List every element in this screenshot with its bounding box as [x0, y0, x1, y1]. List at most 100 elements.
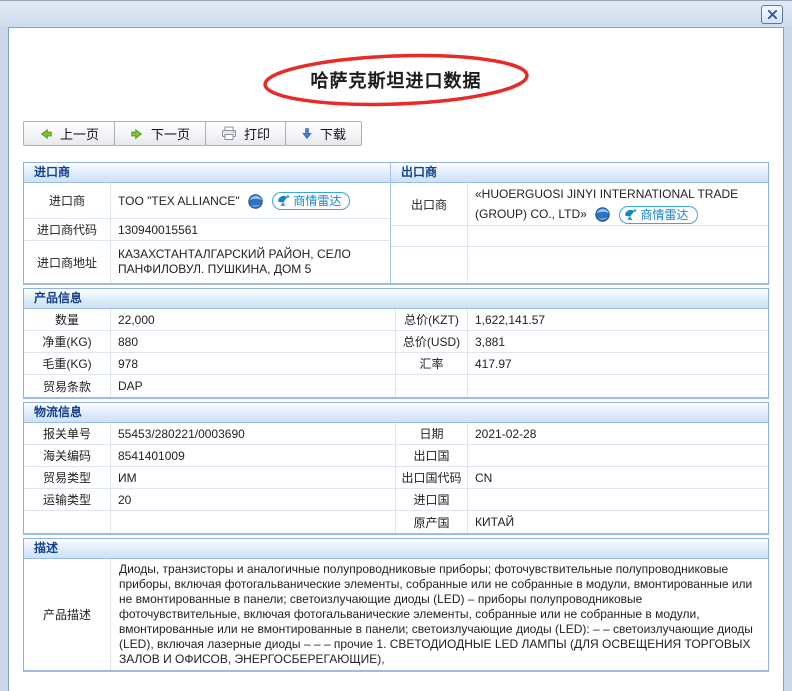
field-label: 总价(USD)	[396, 331, 468, 352]
table-row: 毛重(KG) 978 汇率 417.97	[24, 353, 768, 375]
field-value: ИМ	[111, 467, 396, 488]
download-button[interactable]: 下载	[285, 121, 363, 146]
field-label: 进口国	[396, 489, 468, 510]
prev-page-label: 上一页	[60, 127, 100, 142]
globe-icon[interactable]	[248, 194, 263, 209]
field-value: 8541401009	[111, 445, 396, 466]
print-button[interactable]: 打印	[205, 121, 287, 146]
table-row: 产品描述 Диоды, транзисторы и аналогичные по…	[24, 559, 768, 670]
field-value: 1,622,141.57	[475, 312, 546, 327]
field-value: КИТАЙ	[475, 515, 515, 529]
field-value: CN	[475, 470, 493, 485]
importer-code-value: 130940015561	[118, 222, 199, 237]
importer-name-value: TOO "TEX ALLIANCE"	[118, 193, 240, 208]
table-row: 贸易类型 ИМ 出口国代码 CN	[24, 467, 768, 489]
logistics-section: 物流信息 报关单号 55453/280221/0003690 日期 2021-0…	[23, 402, 769, 535]
table-row: 报关单号 55453/280221/0003690 日期 2021-02-28	[24, 423, 768, 445]
field-label: 总价(KZT)	[396, 309, 468, 330]
field-value: 20	[111, 489, 396, 510]
importer-name-value-cell: TOO "TEX ALLIANCE" 商情雷达	[111, 183, 390, 218]
field-label: 日期	[396, 423, 468, 444]
field-label	[24, 511, 111, 533]
field-label: 出口国代码	[396, 467, 468, 488]
product-description-label: 产品描述	[24, 559, 111, 670]
field-value: 22,000	[111, 309, 396, 330]
exporter-table: 出口商 出口商 «HUOERGUOSI JINYI INTERNATIONAL …	[391, 163, 768, 283]
description-section-header: 描述	[24, 539, 768, 559]
next-page-label: 下一页	[151, 127, 191, 142]
radar-dish-icon	[625, 209, 637, 220]
exporter-name-value-cell: «HUOERGUOSI JINYI INTERNATIONAL TRADE (G…	[468, 183, 768, 225]
importer-address-label: 进口商地址	[24, 241, 111, 283]
importer-code-label: 进口商代码	[24, 219, 111, 240]
radar-badge[interactable]: 商情雷达	[619, 205, 698, 224]
field-label: 毛重(KG)	[24, 353, 111, 374]
radar-badge-label: 商情雷达	[293, 194, 342, 209]
importer-name-label: 进口商	[24, 183, 111, 218]
table-row: 净重(KG) 880 总价(USD) 3,881	[24, 331, 768, 353]
exporter-name-label: 出口商	[391, 183, 468, 225]
table-row: 进口商地址 КАЗАХСТАНТАЛГАРСКИЙ РАЙОН, СЕЛО ПА…	[24, 241, 390, 283]
field-value	[468, 445, 768, 466]
field-value: 3,881	[475, 334, 506, 349]
table-row: 出口商 «HUOERGUOSI JINYI INTERNATIONAL TRAD…	[391, 183, 768, 226]
empty-value	[468, 247, 768, 283]
table-row: 原产国 КИТАЙ	[24, 511, 768, 533]
close-icon	[767, 9, 777, 20]
table-row: 数量 22,000 总价(KZT) 1,622,141.57	[24, 309, 768, 331]
table-row: 运输类型 20 进口国	[24, 489, 768, 511]
field-label: 贸易类型	[24, 467, 111, 488]
radar-dish-icon	[278, 195, 290, 207]
dialog-titlebar	[0, 0, 792, 27]
blue-down-arrow-icon	[302, 128, 312, 139]
table-row: 进口商 TOO "TEX ALLIANCE" 商情雷达	[24, 183, 390, 219]
content-panel: 哈萨克斯坦进口数据 上一页 下一页 打印 下载 进口商 进口商 TOO "TEX…	[8, 27, 784, 691]
empty-label	[391, 226, 468, 246]
party-section: 进口商 进口商 TOO "TEX ALLIANCE" 商情雷达 进口商代码 13…	[23, 162, 769, 285]
table-row	[391, 226, 768, 247]
globe-icon[interactable]	[595, 207, 610, 223]
field-label: 数量	[24, 309, 111, 330]
table-row: 进口商代码 130940015561	[24, 219, 390, 241]
page-title: 哈萨克斯坦进口数据	[310, 71, 482, 91]
next-page-button[interactable]: 下一页	[114, 121, 207, 146]
radar-badge[interactable]: 商情雷达	[272, 192, 351, 211]
importer-address-value: КАЗАХСТАНТАЛГАРСКИЙ РАЙОН, СЕЛО ПАНФИЛОВ…	[118, 247, 351, 276]
exporter-section-header: 出口商	[391, 163, 768, 183]
green-left-arrow-icon	[40, 128, 52, 139]
empty-label	[391, 247, 468, 283]
field-label: 净重(KG)	[24, 331, 111, 352]
printer-icon	[222, 126, 237, 140]
field-label: 原产国	[396, 511, 468, 533]
field-label	[396, 375, 468, 397]
green-right-arrow-icon	[131, 128, 143, 139]
field-label: 贸易条款	[24, 375, 111, 397]
field-value: 55453/280221/0003690	[111, 423, 396, 444]
importer-section-header: 进口商	[24, 163, 390, 183]
empty-value	[468, 226, 768, 246]
field-label: 汇率	[396, 353, 468, 374]
table-row: 海关编码 8541401009 出口国	[24, 445, 768, 467]
toolbar: 上一页 下一页 打印 下载	[23, 121, 783, 146]
logistics-section-header: 物流信息	[24, 403, 768, 423]
importer-table: 进口商 进口商 TOO "TEX ALLIANCE" 商情雷达 进口商代码 13…	[24, 163, 391, 283]
product-section: 产品信息 数量 22,000 总价(KZT) 1,622,141.57 净重(K…	[23, 288, 769, 399]
field-value: 978	[111, 353, 396, 374]
field-value: 2021-02-28	[475, 426, 537, 441]
field-value	[468, 375, 768, 397]
print-label: 打印	[244, 127, 271, 142]
field-value: 417.97	[475, 356, 512, 371]
prev-page-button[interactable]: 上一页	[23, 121, 116, 146]
product-section-header: 产品信息	[24, 289, 768, 309]
radar-badge-label: 商情雷达	[640, 207, 689, 222]
close-button[interactable]	[761, 5, 783, 24]
description-section: 描述 产品描述 Диоды, транзисторы и аналогичные…	[23, 538, 769, 672]
field-label: 出口国	[396, 445, 468, 466]
table-row: 贸易条款 DAP	[24, 375, 768, 397]
field-value: 880	[111, 331, 396, 352]
field-value	[111, 511, 396, 533]
field-value: DAP	[111, 375, 396, 397]
page-title-block: 哈萨克斯坦进口数据	[260, 53, 532, 107]
product-description-text: Диоды, транзисторы и аналогичные полупро…	[119, 562, 753, 666]
field-label: 报关单号	[24, 423, 111, 444]
